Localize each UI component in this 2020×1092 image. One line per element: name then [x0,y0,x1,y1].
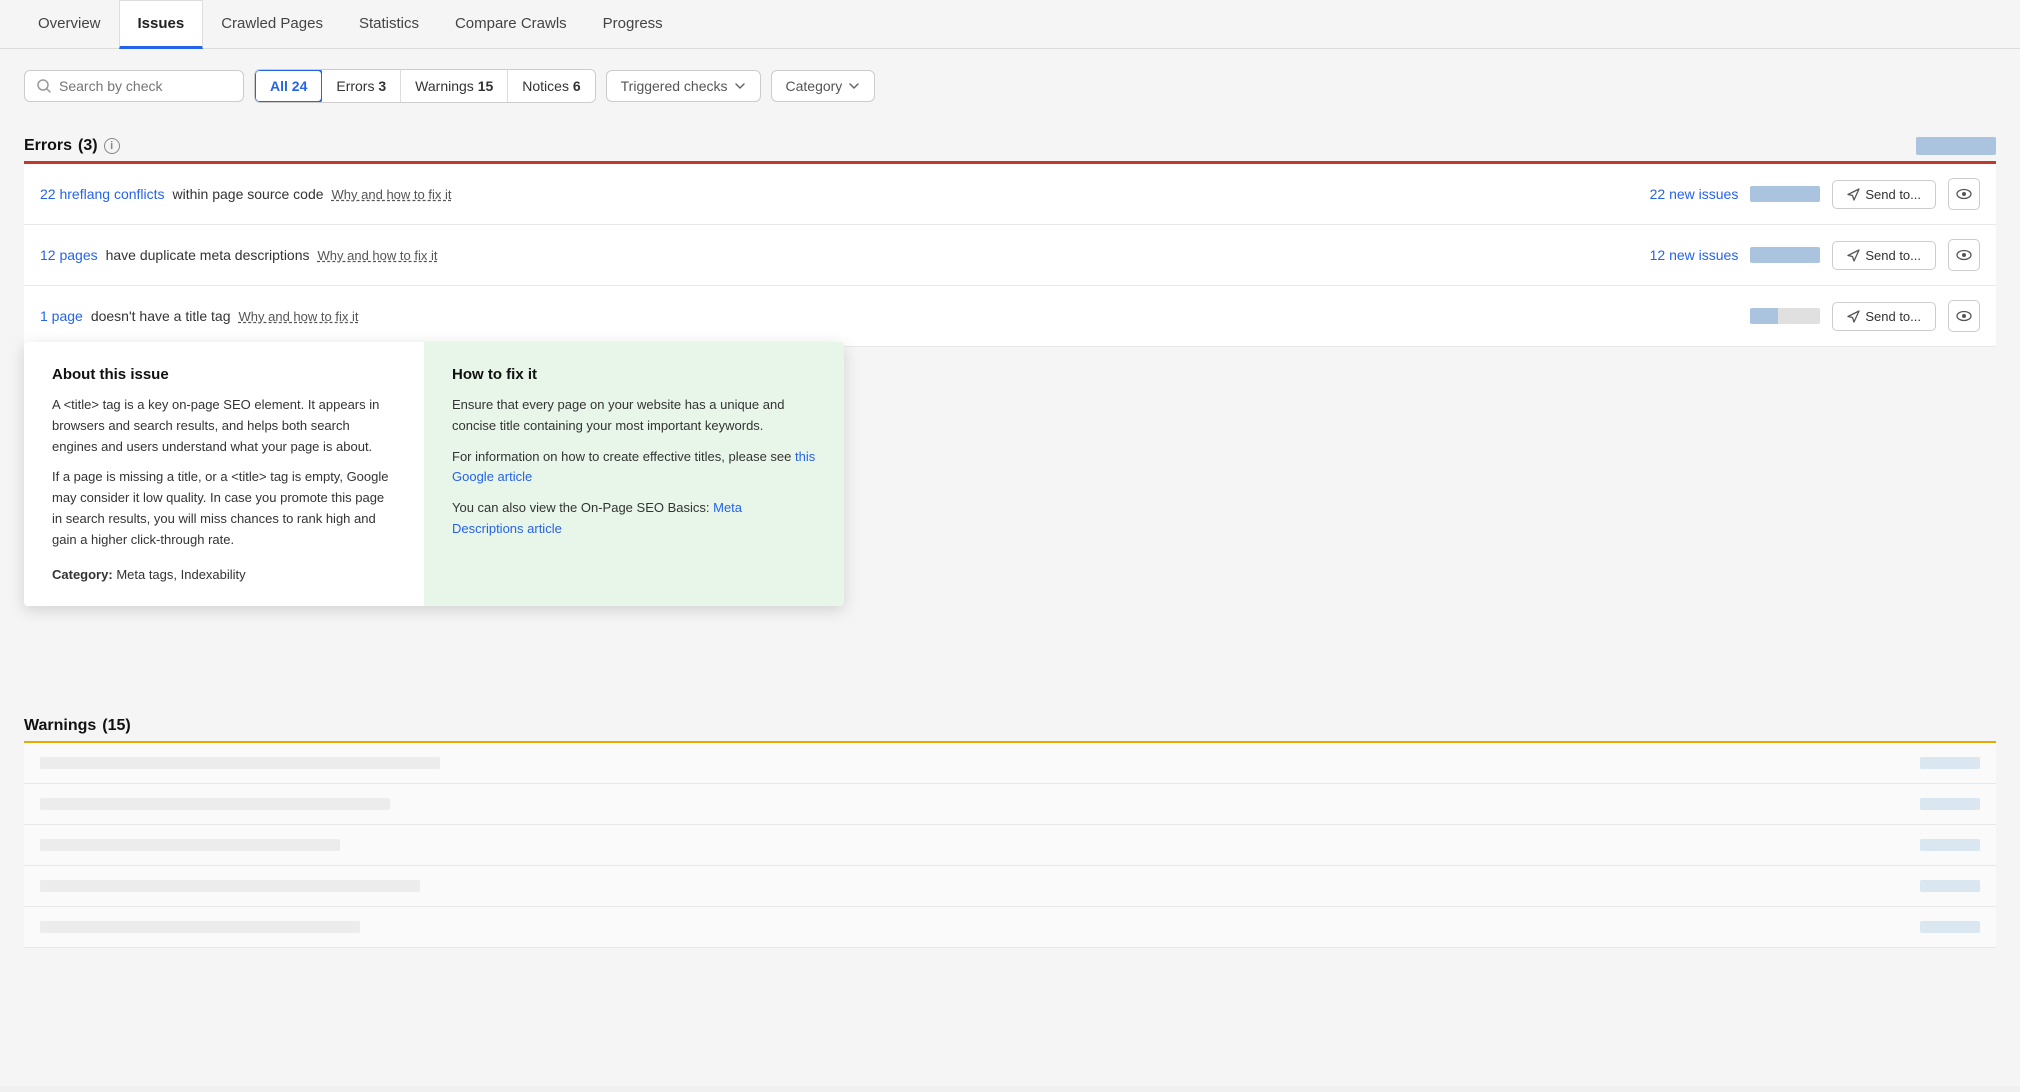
info-icon[interactable]: i [104,138,120,154]
meta-desc-send-button[interactable]: Send to... [1832,241,1936,270]
filter-notices-button[interactable]: Notices 6 [508,70,594,102]
hreflang-eye-button[interactable] [1948,178,1980,210]
tooltip-left-title: About this issue [52,366,396,383]
chevron-down-icon-2 [848,80,860,92]
send-icon-3 [1847,310,1860,323]
tooltip-right: How to fix it Ensure that every page on … [424,342,844,606]
warning-row-4 [24,866,1996,907]
errors-bar [1916,137,1996,155]
meta-desc-text: have duplicate meta descriptions [106,247,310,263]
search-box [24,70,244,102]
title-tag-why-fix[interactable]: Why and how to fix it [239,309,359,324]
warning-row-1 [24,743,1996,784]
send-icon [1847,188,1860,201]
filter-bar: All 24 Errors 3 Warnings 15 Notices 6 Tr… [24,69,1996,103]
meta-desc-link[interactable]: 12 pages [40,247,98,263]
hreflang-send-button[interactable]: Send to... [1832,180,1936,209]
tooltip-right-title: How to fix it [452,366,816,383]
hreflang-why-fix[interactable]: Why and how to fix it [332,187,452,202]
top-navigation: Overview Issues Crawled Pages Statistics… [0,0,2020,49]
title-tag-send-button[interactable]: Send to... [1832,302,1936,331]
errors-section: Errors (3) i 22 hreflang conflicts withi… [24,127,1996,948]
hreflang-new-issues: 22 new issues [1618,186,1738,202]
tab-compare-crawls[interactable]: Compare Crawls [437,1,585,49]
title-tag-bar [1750,308,1820,324]
filter-warnings-button[interactable]: Warnings 15 [401,70,508,102]
warning-row-2 [24,784,1996,825]
chevron-down-icon [734,80,746,92]
warnings-title: Warnings [24,717,96,735]
tooltip-left-text: A <title> tag is a key on-page SEO eleme… [52,395,396,551]
hreflang-bar [1750,186,1820,202]
filter-group: All 24 Errors 3 Warnings 15 Notices 6 [254,69,596,103]
tab-progress[interactable]: Progress [585,1,681,49]
errors-section-header: Errors (3) i [24,127,1996,161]
warnings-section-header: Warnings (15) [24,707,1996,741]
meta-desc-why-fix[interactable]: Why and how to fix it [318,248,438,263]
meta-desc-new-issues: 12 new issues [1618,247,1738,263]
warning-row-5 [24,907,1996,948]
warnings-count: (15) [102,717,130,735]
tab-issues[interactable]: Issues [119,0,204,49]
title-tag-link[interactable]: 1 page [40,308,83,324]
search-input[interactable] [59,78,231,94]
warning-row-3 [24,825,1996,866]
warnings-spacer: Warnings (15) [24,707,1996,948]
eye-icon-2 [1956,247,1972,263]
triggered-checks-dropdown[interactable]: Triggered checks [606,70,761,102]
tab-overview[interactable]: Overview [20,1,119,49]
tooltip-right-text: Ensure that every page on your website h… [452,395,816,540]
tab-crawled-pages[interactable]: Crawled Pages [203,1,341,49]
hreflang-text: within page source code [173,186,324,202]
title-tag-eye-button[interactable] [1948,300,1980,332]
search-icon [37,79,51,93]
category-dropdown[interactable]: Category [771,70,876,102]
filter-errors-button[interactable]: Errors 3 [322,70,401,102]
send-icon-2 [1847,249,1860,262]
errors-count: (3) [78,137,98,155]
meta-desc-bar [1750,247,1820,263]
meta-desc-eye-button[interactable] [1948,239,1980,271]
tooltip-popup: About this issue A <title> tag is a key … [24,342,844,606]
issue-row-title-tag: 1 page doesn't have a title tag Why and … [24,286,1996,347]
eye-icon-3 [1956,308,1972,324]
main-content: All 24 Errors 3 Warnings 15 Notices 6 Tr… [0,49,2020,1086]
tab-statistics[interactable]: Statistics [341,1,437,49]
title-tag-text: doesn't have a title tag [91,308,231,324]
issue-row-meta-desc: 12 pages have duplicate meta description… [24,225,1996,286]
tooltip-category: Category: Meta tags, Indexability [52,567,396,582]
issue-row-hreflang: 22 hreflang conflicts within page source… [24,164,1996,225]
tooltip-left: About this issue A <title> tag is a key … [24,342,424,606]
errors-title: Errors [24,137,72,155]
filter-all-button[interactable]: All 24 [254,69,323,103]
hreflang-link[interactable]: 22 hreflang conflicts [40,186,165,202]
eye-icon [1956,186,1972,202]
